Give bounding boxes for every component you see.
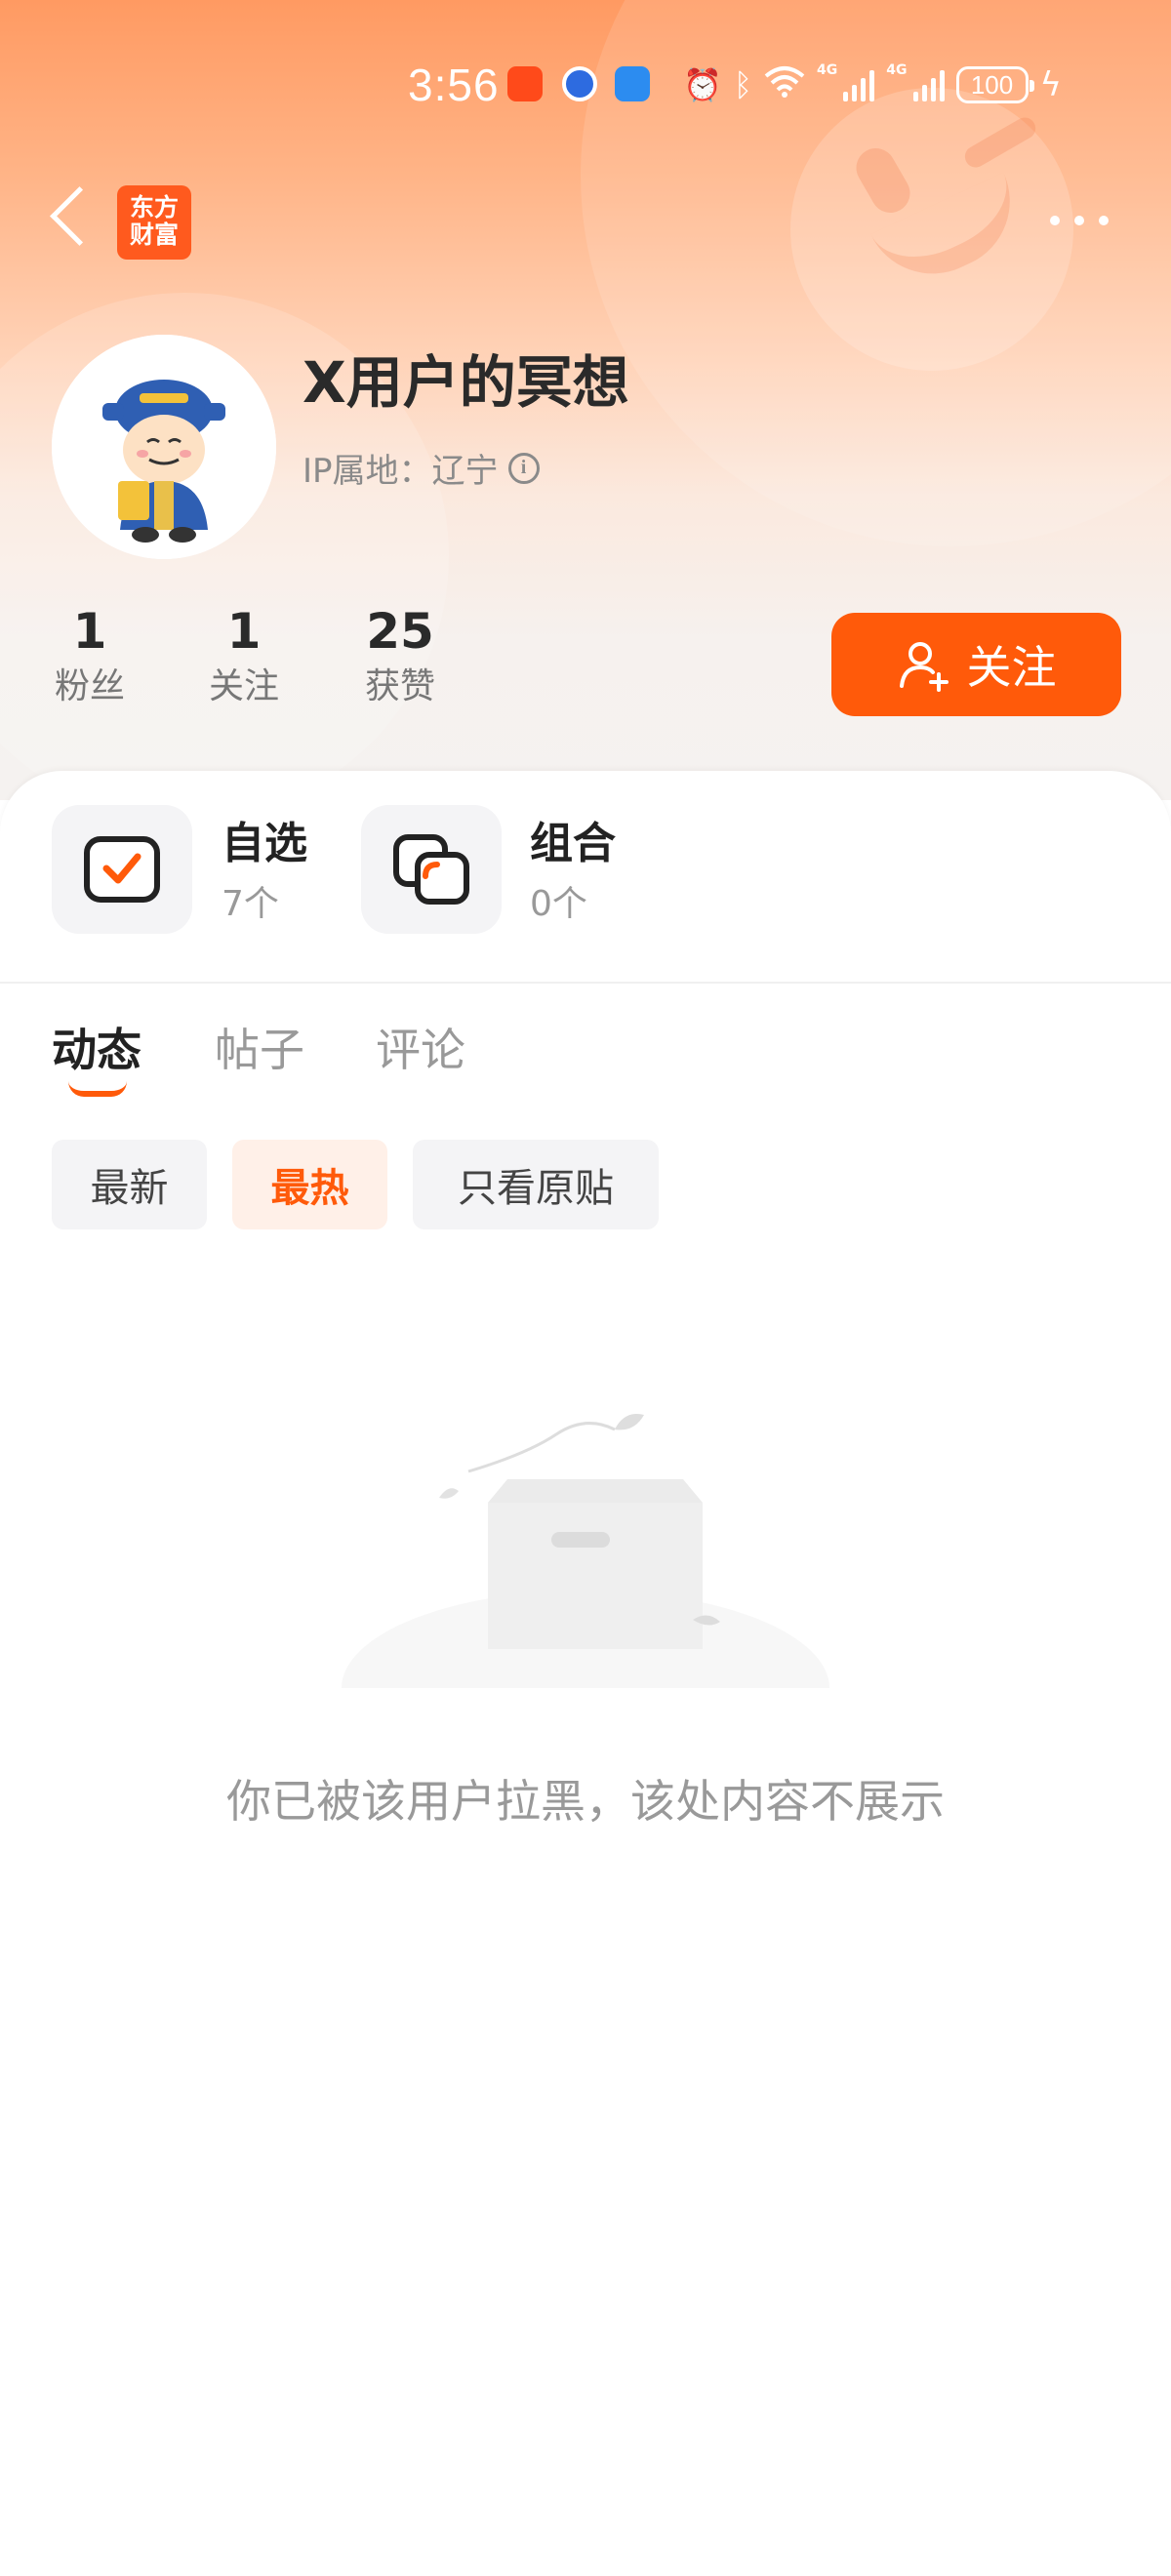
watchlist-title[interactable]: 自选 — [222, 808, 307, 870]
wifi-icon — [764, 64, 805, 105]
filter-original-only[interactable]: 只看原贴 — [413, 1140, 659, 1229]
browser-notification-icon — [562, 66, 597, 101]
filter-hottest[interactable]: 最热 — [232, 1140, 387, 1229]
stat-followers[interactable]: 1 粉丝 — [51, 600, 129, 711]
follow-button[interactable]: 关注 — [831, 613, 1121, 716]
network-type-label: 4G — [817, 62, 838, 78]
status-bar: 3:56 ⏰ ᛒ 4G 4G 100 ϟ — [0, 59, 1171, 110]
ip-location: IP属地：辽宁 i — [303, 444, 540, 492]
combo-icon — [393, 834, 469, 905]
tab-comments[interactable]: 评论 — [376, 1015, 465, 1079]
alarm-icon: ⏰ — [683, 66, 722, 103]
battery-indicator: 100 — [955, 66, 1034, 103]
signal-icon — [912, 68, 945, 101]
mascot-avatar-image — [52, 335, 276, 559]
charging-icon: ϟ — [1039, 65, 1062, 104]
app-notification-icon — [507, 66, 543, 101]
divider — [0, 982, 1171, 984]
watchlist-tile[interactable] — [52, 805, 192, 934]
watchlist-check-icon — [84, 836, 160, 903]
filter-latest[interactable]: 最新 — [52, 1140, 207, 1229]
stat-following[interactable]: 1 关注 — [205, 600, 283, 711]
combo-count: 0个 — [530, 884, 587, 924]
empty-state-message: 你已被该用户拉黑，该处内容不展示 — [226, 1775, 945, 1828]
network-type-label: 4G — [886, 62, 908, 78]
combo-tile[interactable] — [361, 805, 502, 934]
back-button[interactable] — [45, 183, 96, 252]
watchlist-count: 7个 — [222, 884, 279, 924]
status-time: 3:56 — [408, 60, 500, 110]
bluetooth-icon: ᛒ — [733, 66, 753, 103]
username: X用户的冥想 — [303, 349, 629, 416]
add-user-icon — [899, 642, 949, 692]
weather-notification-icon — [615, 66, 650, 101]
tab-activity[interactable]: 动态 — [52, 1015, 141, 1079]
info-icon[interactable]: i — [507, 452, 540, 484]
active-tab-indicator — [68, 1081, 127, 1097]
app-logo[interactable]: 东方 财富 — [117, 185, 191, 260]
tab-posts[interactable]: 帖子 — [215, 1015, 304, 1079]
empty-box-illustration — [342, 1414, 829, 1688]
signal-icon — [843, 68, 875, 101]
stat-likes[interactable]: 25 获赞 — [356, 600, 444, 711]
avatar[interactable] — [52, 335, 276, 559]
more-options-button[interactable] — [1050, 201, 1109, 240]
combo-title[interactable]: 组合 — [530, 808, 616, 870]
